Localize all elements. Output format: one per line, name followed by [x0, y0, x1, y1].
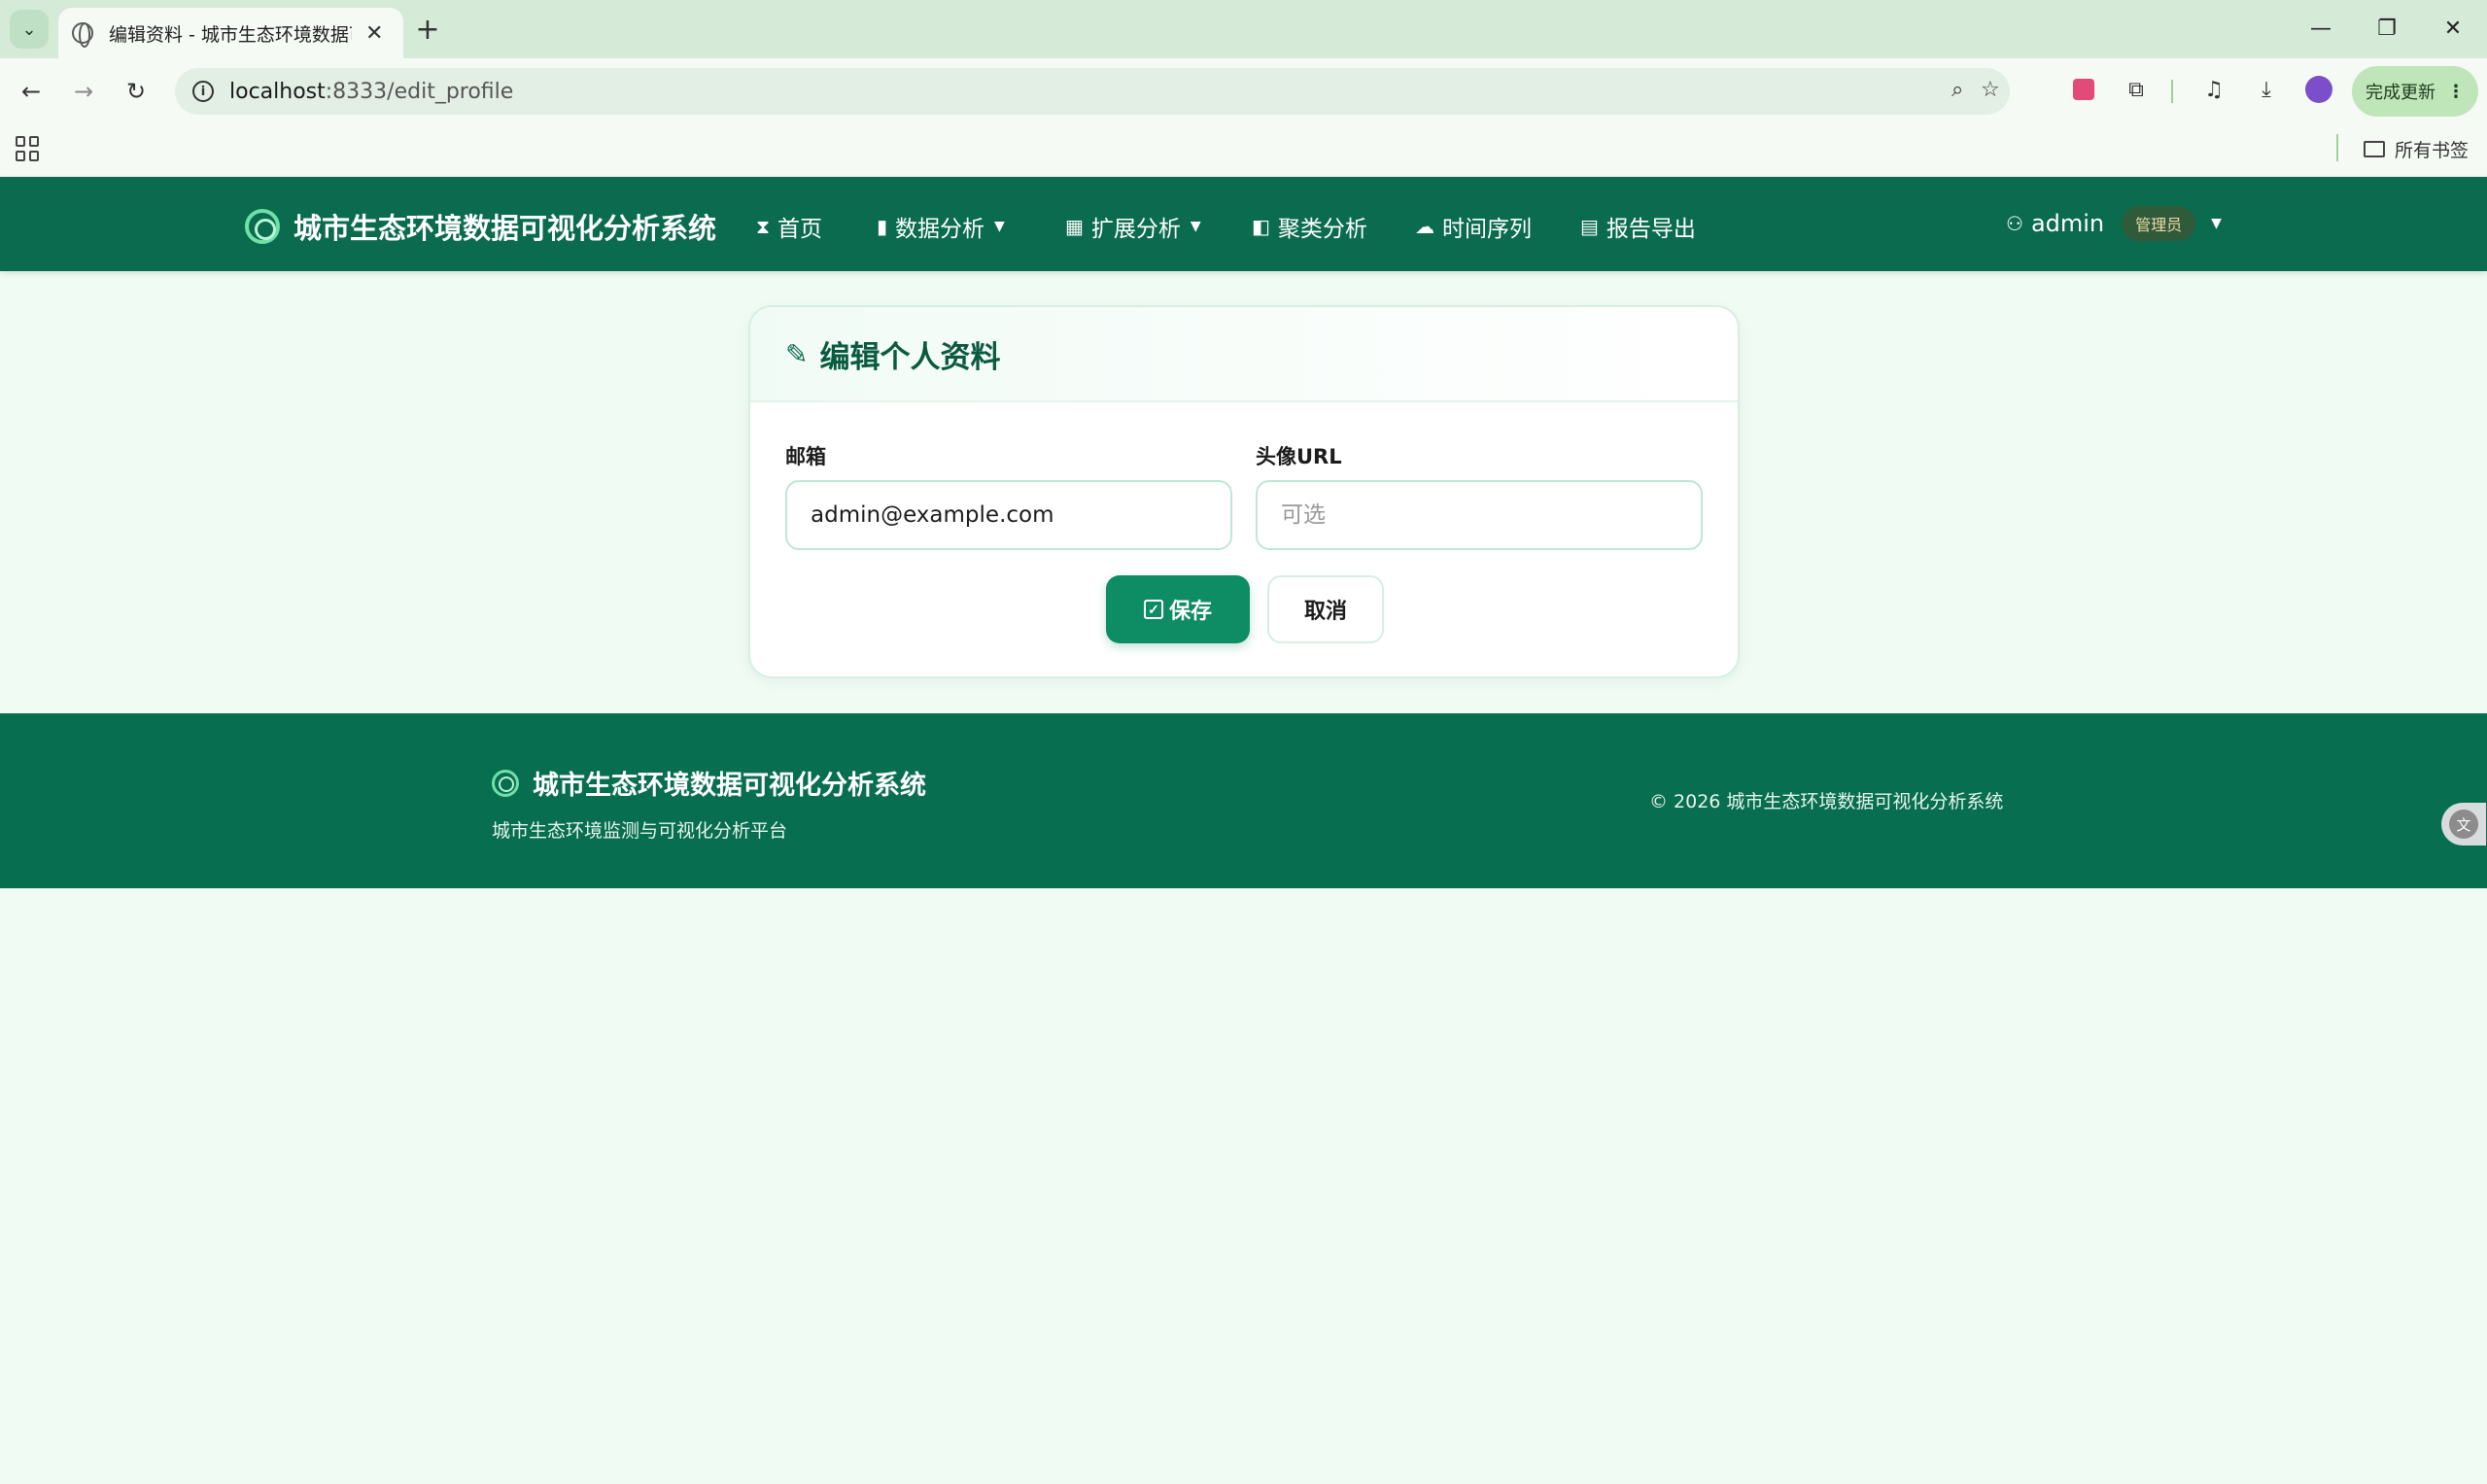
- tab-search-button[interactable]: ⌄: [10, 10, 49, 49]
- close-window-button[interactable]: ✕: [2424, 8, 2482, 49]
- nav-cluster-analysis-label: 聚类分析: [1277, 217, 1367, 242]
- bar-chart-icon: ▮: [877, 215, 888, 238]
- all-bookmarks-button[interactable]: 所有书签: [2364, 136, 2469, 162]
- reload-icon[interactable]: ↻: [117, 72, 155, 111]
- all-bookmarks-label: 所有书签: [2395, 140, 2470, 161]
- download-icon[interactable]: ⤓: [2249, 72, 2284, 107]
- tab-close-icon[interactable]: ✕: [365, 21, 383, 46]
- chevron-down-icon: ▼: [994, 219, 1005, 234]
- apps-grid-icon[interactable]: [16, 136, 41, 161]
- translate-icon: 文: [2449, 810, 2478, 839]
- browser-tabstrip: ⌄ 编辑资料 - 城市生态环境数据可视化分析系统 ✕ + — ❐ ✕: [0, 0, 2487, 58]
- save-label: 保存: [1168, 599, 1212, 623]
- nav-home-label: 首页: [777, 217, 823, 242]
- extensions-icon[interactable]: ⧉: [2119, 72, 2154, 107]
- pencil-icon: ✎: [785, 337, 809, 370]
- nav-time-series[interactable]: ☁ 时间序列: [1415, 210, 1532, 243]
- browser-tab-active[interactable]: 编辑资料 - 城市生态环境数据可视化分析系统 ✕: [58, 8, 403, 58]
- card-header: ✎ 编辑个人资料: [750, 307, 1738, 402]
- card-title: 编辑个人资料: [819, 339, 1001, 375]
- back-icon[interactable]: ←: [12, 72, 51, 111]
- floating-translate-button[interactable]: 文: [2441, 803, 2486, 846]
- edit-profile-card: ✎ 编辑个人资料 邮箱 头像URL ✓ 保存 取消: [748, 305, 1740, 678]
- role-badge: 管理员: [2122, 206, 2196, 241]
- brand-link[interactable]: 城市生态环境数据可视化分析系统: [245, 206, 716, 247]
- nav-cluster-analysis[interactable]: ◧ 聚类分析: [1252, 210, 1367, 243]
- bookmark-star-icon[interactable]: ☆: [1981, 78, 2000, 102]
- bookmarks-bar: 所有书签: [0, 124, 2487, 177]
- footer-brand-title: 城市生态环境数据可视化分析系统: [533, 771, 926, 801]
- save-button[interactable]: ✓ 保存: [1106, 575, 1250, 643]
- chevron-down-icon: ▼: [1190, 219, 1201, 234]
- bookmarks-divider: [2336, 134, 2338, 161]
- eco-spiral-icon: [492, 769, 519, 797]
- avatar-url-field[interactable]: [1256, 480, 1703, 550]
- report-icon: ▤: [1580, 215, 1599, 238]
- new-tab-button[interactable]: +: [410, 12, 445, 47]
- hourglass-icon: ⧗: [756, 215, 771, 238]
- restore-button[interactable]: ❐: [2358, 8, 2416, 49]
- zoom-icon[interactable]: ⌕: [1952, 78, 1963, 102]
- user-name: admin: [2030, 210, 2105, 237]
- avatar-url-label: 头像URL: [1256, 445, 1342, 468]
- minimize-button[interactable]: —: [2292, 8, 2350, 49]
- eco-spiral-icon: [245, 209, 280, 244]
- app-navbar: 城市生态环境数据可视化分析系统 ⧗ 首页 ▮ 数据分析 ▼ ▦ 扩展分析 ▼ ◧…: [0, 177, 2487, 271]
- tab-title: 编辑资料 - 城市生态环境数据可视化分析系统: [109, 23, 352, 46]
- folder-icon: [2364, 141, 2385, 157]
- footer-copyright: © 2026 城市生态环境数据可视化分析系统: [1649, 791, 2004, 812]
- brand-title: 城市生态环境数据可视化分析系统: [294, 212, 717, 245]
- check-square-icon: ✓: [1143, 600, 1163, 619]
- more-menu-icon[interactable]: ⋮: [2447, 82, 2465, 102]
- url-text: localhost:8333/edit_profile: [229, 79, 514, 104]
- email-field[interactable]: [785, 480, 1232, 550]
- site-info-icon[interactable]: i: [192, 81, 214, 102]
- footer-subtitle: 城市生态环境监测与可视化分析平台: [492, 820, 788, 842]
- footer-brand: 城市生态环境数据可视化分析系统: [492, 764, 926, 802]
- nav-time-series-label: 时间序列: [1442, 217, 1532, 242]
- nav-report-export[interactable]: ▤ 报告导出: [1580, 210, 1696, 243]
- page-footer: 城市生态环境数据可视化分析系统 城市生态环境监测与可视化分析平台 © 2026 …: [0, 713, 2487, 888]
- user-icon: ⚇: [2006, 212, 2023, 235]
- toolbar-divider: [2171, 80, 2173, 103]
- nav-data-analysis[interactable]: ▮ 数据分析 ▼: [877, 210, 1005, 243]
- chevron-down-icon: ▼: [2211, 216, 2222, 231]
- media-control-icon[interactable]: ♫: [2196, 72, 2231, 107]
- translate-extension-icon[interactable]: [2066, 72, 2101, 107]
- cloud-icon: ☁: [1415, 215, 1434, 238]
- nav-extended-analysis[interactable]: ▦ 扩展分析 ▼: [1065, 210, 1201, 243]
- address-bar[interactable]: i localhost:8333/edit_profile ⌕ ☆: [175, 68, 2010, 115]
- browser-toolbar: ← → ↻ i localhost:8333/edit_profile ⌕ ☆ …: [0, 58, 2487, 124]
- update-button[interactable]: 完成更新 ⋮: [2352, 66, 2478, 117]
- grid-icon: ▦: [1065, 215, 1084, 238]
- globe-icon: [72, 22, 93, 48]
- layout-icon: ◧: [1252, 215, 1270, 238]
- nav-extended-analysis-label: 扩展分析: [1090, 217, 1181, 242]
- nav-report-export-label: 报告导出: [1606, 217, 1696, 242]
- nav-home[interactable]: ⧗ 首页: [756, 210, 822, 243]
- profile-avatar-icon[interactable]: [2301, 72, 2336, 107]
- email-label: 邮箱: [785, 445, 826, 468]
- user-menu[interactable]: ⚇ admin 管理员 ▼: [2006, 206, 2222, 241]
- cancel-button[interactable]: 取消: [1267, 575, 1384, 643]
- forward-icon[interactable]: →: [64, 72, 103, 111]
- nav-data-analysis-label: 数据分析: [895, 217, 985, 242]
